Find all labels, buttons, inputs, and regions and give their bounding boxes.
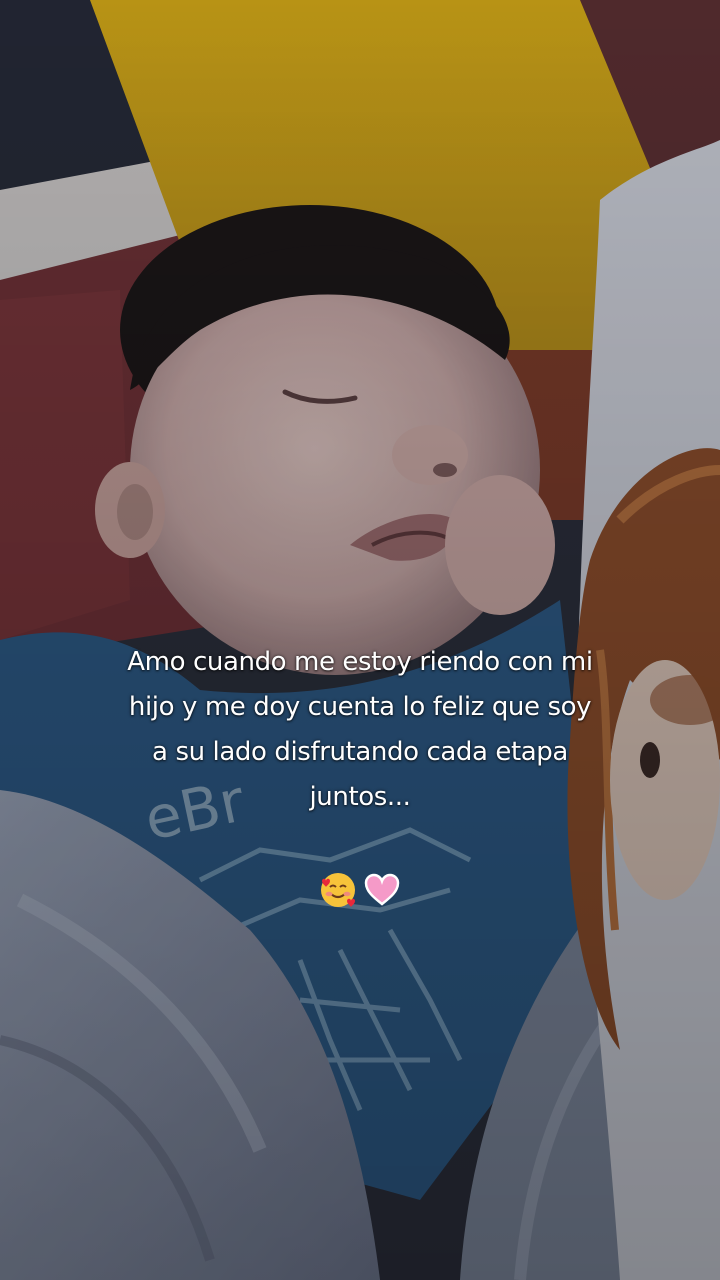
caption-text: Amo cuando me estoy riendo con mi hijo y…	[40, 640, 680, 820]
pink-heart-icon	[364, 873, 400, 906]
caption-line-2: hijo y me doy cuenta lo feliz que soy	[128, 692, 592, 722]
smiling-face-with-hearts-icon	[321, 873, 355, 907]
emoji-row	[300, 868, 420, 912]
caption-line-3: a su lado disfrutando cada etapa	[152, 737, 568, 767]
caption-line-4: juntos...	[309, 782, 411, 812]
caption-line-1: Amo cuando me estoy riendo con mi	[127, 647, 593, 677]
